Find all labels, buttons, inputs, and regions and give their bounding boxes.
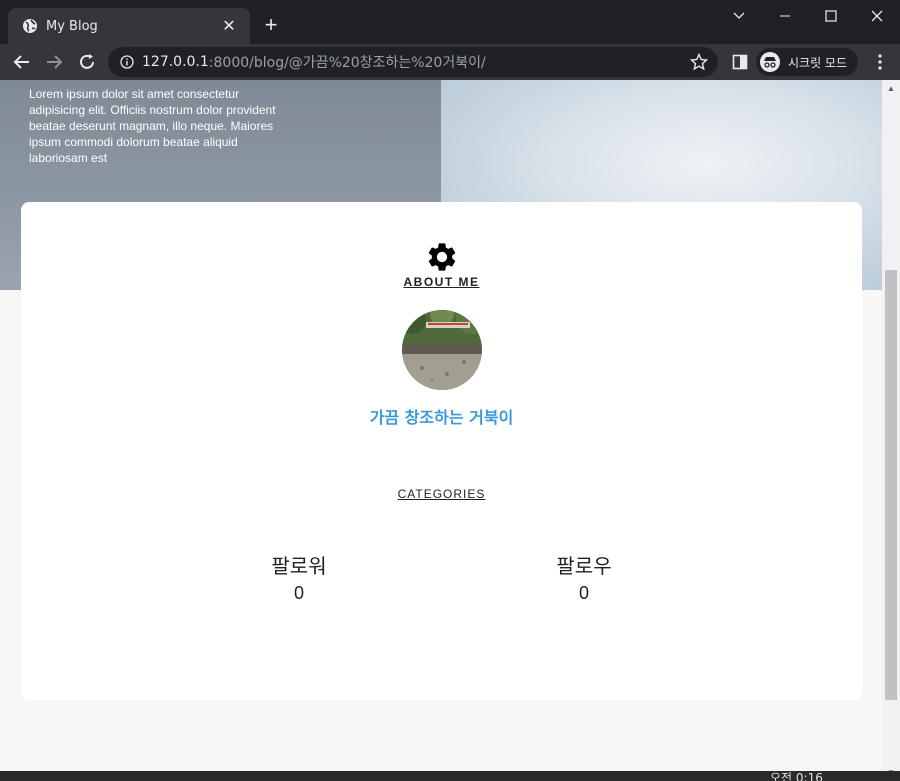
following-label: 팔로우 bbox=[556, 554, 612, 578]
incognito-icon bbox=[760, 52, 780, 72]
followers-count: 0 bbox=[293, 583, 304, 603]
incognito-label: 시크릿 모드 bbox=[788, 55, 848, 70]
new-tab-button[interactable]: + bbox=[258, 12, 284, 38]
globe-icon bbox=[23, 19, 37, 33]
blog-owner-name[interactable]: 가끔 창조하는 거북이 bbox=[21, 404, 862, 428]
tab-search-icon[interactable] bbox=[716, 0, 762, 32]
url-path: :8000/blog/@가끔%20창조하는%20거북이/ bbox=[208, 55, 486, 71]
menu-dots-icon[interactable] bbox=[866, 48, 894, 76]
minimize-icon[interactable] bbox=[762, 0, 808, 32]
about-me-heading[interactable]: ABOUT ME bbox=[21, 275, 862, 289]
taskbar bbox=[0, 771, 900, 781]
hero-text: Lorem ipsum dolor sit amet consectetur a… bbox=[29, 87, 276, 165]
taskbar-clock: 오전 0:16 bbox=[770, 771, 823, 781]
close-window-icon[interactable] bbox=[854, 0, 900, 32]
following-count: 0 bbox=[578, 583, 589, 603]
incognito-indicator[interactable]: 시크릿 모드 bbox=[756, 48, 858, 76]
side-panel-icon[interactable] bbox=[726, 48, 754, 76]
tab-close-icon[interactable]: ✕ bbox=[220, 16, 238, 36]
info-icon[interactable] bbox=[120, 55, 134, 69]
back-arrow-icon[interactable] bbox=[8, 48, 36, 76]
categories-link[interactable]: CATEGORIES bbox=[21, 487, 862, 501]
page-viewport: Lorem ipsum dolor sit amet consectetur a… bbox=[0, 80, 882, 771]
maximize-icon[interactable] bbox=[808, 0, 854, 32]
tab-title: My Blog bbox=[46, 18, 98, 34]
forward-arrow-icon[interactable] bbox=[40, 48, 68, 76]
profile-card: ABOUT ME 가끔 창조하는 거북이 CATEGORIES 팔로워 0 팔로… bbox=[21, 202, 862, 700]
address-bar[interactable]: 127.0.0.1:8000/blog/@가끔%20창조하는%20거북이/ bbox=[108, 47, 718, 77]
followers-label: 팔로워 bbox=[271, 554, 327, 578]
scroll-up-icon[interactable]: ▲ bbox=[882, 80, 900, 97]
url-host: 127.0.0.1 bbox=[142, 54, 209, 70]
tab-strip: My Blog ✕ + bbox=[0, 0, 900, 44]
avatar bbox=[402, 310, 482, 390]
following-stat[interactable]: 팔로우 0 bbox=[524, 550, 644, 604]
gear-icon[interactable] bbox=[425, 240, 459, 274]
followers-stat[interactable]: 팔로워 0 bbox=[239, 550, 359, 604]
scrollbar-thumb[interactable] bbox=[885, 270, 897, 700]
bookmark-star-icon[interactable] bbox=[690, 53, 708, 71]
tab-my-blog[interactable]: My Blog ✕ bbox=[8, 8, 250, 44]
reload-icon[interactable] bbox=[73, 48, 101, 76]
